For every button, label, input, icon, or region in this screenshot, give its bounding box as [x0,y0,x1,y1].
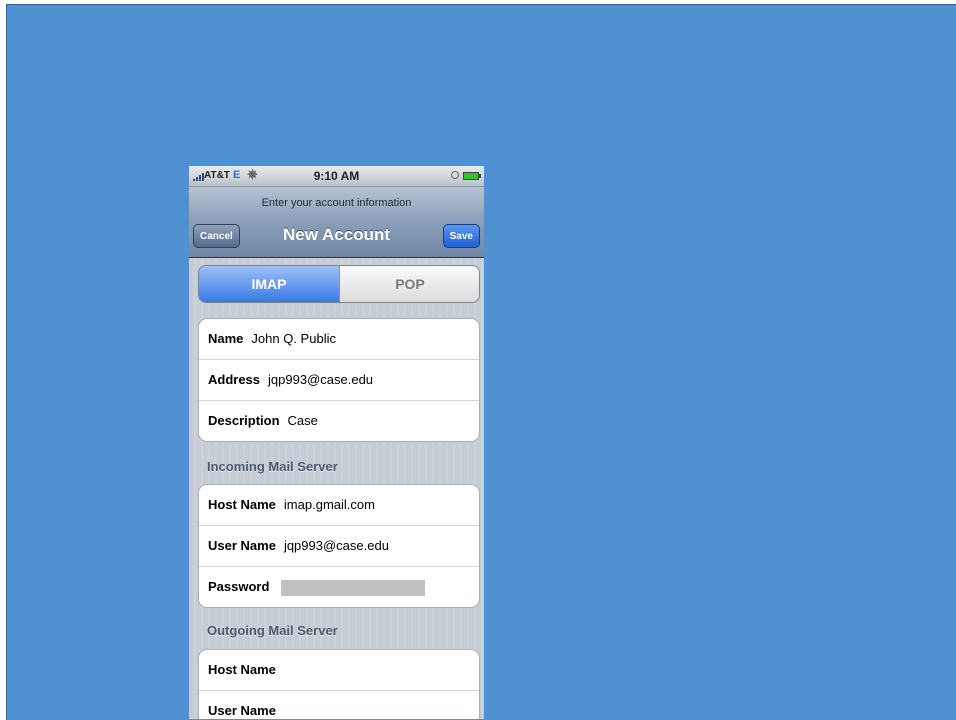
name-value: John Q. Public [251,331,336,346]
nav-prompt: Enter your account information [261,197,412,209]
address-field[interactable]: Address jqp993@case.edu [199,360,479,401]
outgoing-server-group: Host Name User Name [198,649,480,719]
description-label: Description [208,413,280,428]
cancel-button[interactable]: Cancel [193,224,240,248]
description-value: Case [287,413,318,428]
status-time: 9:10 AM [313,169,360,183]
incoming-password-field[interactable]: Password [199,567,479,607]
incoming-host-field[interactable]: Host Name imap.gmail.com [199,485,479,526]
name-field[interactable]: Name John Q. Public [199,319,479,360]
outgoing-user-label: User Name [208,703,276,718]
status-bar: AT&T E ✵ 9:10 AM [189,166,484,187]
battery-icon [463,172,481,180]
tab-pop[interactable]: POP [339,266,479,302]
password-label: Password [208,579,270,594]
tab-imap[interactable]: IMAP [199,266,339,302]
address-label: Address [208,372,261,387]
alarm-icon [451,171,459,179]
incoming-host-value: imap.gmail.com [283,497,375,512]
account-info-group: Name John Q. Public Address jqp993@case.ed… [198,318,480,442]
incoming-user-value: jqp993@case.edu [283,538,389,553]
address-value: jqp993@case.edu [268,372,374,387]
phone-screen: AT&T E ✵ 9:10 AM Enter your account info… [189,166,484,719]
incoming-user-label: User Name [208,538,276,553]
save-button[interactable]: Save [442,224,480,248]
account-form: IMAP POP Name John Q. Public Address jqp99… [189,258,484,719]
password-mask [281,579,426,596]
outgoing-host-label: Host Name [208,662,276,677]
incoming-host-label: Host Name [208,497,276,512]
protocol-selector: IMAP POP [198,265,480,303]
incoming-user-field[interactable]: User Name jqp993@case.edu [199,526,479,567]
outgoing-user-field[interactable]: User Name [199,691,479,719]
description-field[interactable]: Description Case [199,401,479,441]
incoming-server-header: Incoming Mail Server [207,459,338,474]
outgoing-server-header: Outgoing Mail Server [207,623,338,638]
navigation-bar: Enter your account information New Accou… [189,187,484,258]
name-label: Name [208,331,244,346]
incoming-server-group: Host Name imap.gmail.com User Name jqp993@… [198,484,480,608]
outgoing-host-field[interactable]: Host Name [199,650,479,691]
